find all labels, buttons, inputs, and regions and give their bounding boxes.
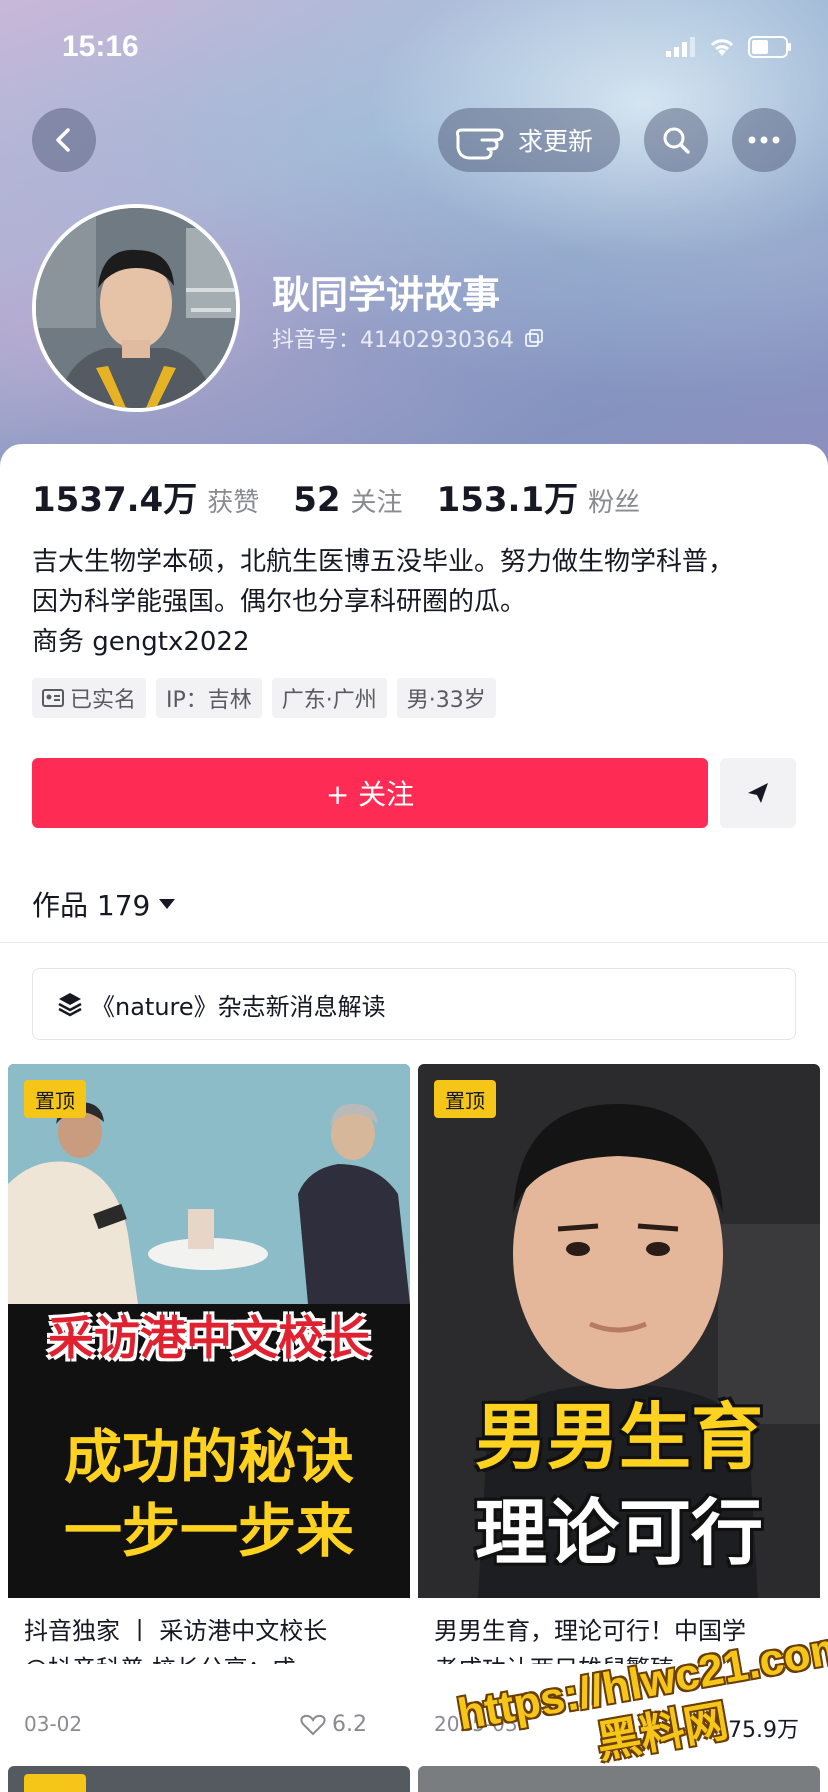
- video-title-line: @抖音科普 校长分享：成…: [24, 1650, 396, 1664]
- video-likes-count: 6.2: [332, 1712, 367, 1737]
- bio-line: 吉大生物学本硕，北航生医博五没毕业。努力做生物学科普，: [32, 547, 735, 577]
- gender-age-tag: 男·33岁: [396, 678, 496, 718]
- douyin-id-text: 抖音号：41402930364: [272, 328, 514, 353]
- video-thumbnail: 男男生育 理论可行 置顶: [418, 1064, 820, 1598]
- following-count[interactable]: 52: [293, 480, 340, 520]
- search-icon: [663, 127, 690, 154]
- verified-label: 已实名: [70, 688, 137, 713]
- status-time: 15:16: [62, 30, 139, 63]
- pinned-badge: 置顶: [434, 1080, 496, 1118]
- video-title: 抖音独家 丨 采访港中文校长 @抖音科普 校长分享：成…: [24, 1612, 396, 1664]
- status-bar: 15:16: [0, 0, 828, 100]
- avatar-portrait: [36, 208, 236, 408]
- copy-icon[interactable]: [524, 328, 544, 348]
- followers-label[interactable]: 粉丝: [588, 482, 640, 519]
- heart-icon: [300, 1714, 326, 1735]
- likes-count: 1537.4万: [32, 480, 198, 520]
- caret-down-icon: [159, 899, 176, 909]
- divider: [0, 942, 828, 943]
- pointing-hand-icon: [456, 128, 504, 160]
- ip-tag: IP：吉林: [156, 678, 262, 718]
- more-dots-icon: [748, 136, 780, 144]
- search-button[interactable]: [644, 108, 708, 172]
- video-thumbnail: 采访港中文校长 成功的秘诀 一步一步来 置顶: [8, 1064, 410, 1598]
- bio: 吉大生物学本硕，北航生医博五没毕业。努力做生物学科普， 因为科学能强国。偶尔也分…: [32, 542, 802, 662]
- more-options-button[interactable]: [732, 108, 796, 172]
- works-tab[interactable]: 作品 179: [32, 884, 176, 924]
- battery-icon: [748, 36, 791, 58]
- stats-row: 1537.4万 获赞 52 关注 153.1万 粉丝: [32, 472, 674, 521]
- video-card-peek[interactable]: [8, 1766, 410, 1792]
- thumbnail-subline: 成功的秘诀: [63, 1423, 354, 1491]
- video-date: 03-02: [24, 1712, 83, 1736]
- chevron-left-icon: [56, 128, 70, 152]
- avatar[interactable]: [32, 204, 240, 412]
- video-title-line: 抖音独家 丨 采访港中文校长: [24, 1617, 328, 1645]
- back-button[interactable]: [32, 108, 96, 172]
- profile-name: 耿同学讲故事: [272, 273, 501, 317]
- followers-count[interactable]: 153.1万: [437, 472, 579, 521]
- works-tab-label: 作品 179: [32, 889, 151, 922]
- bio-line: 商务 gengtx2022: [32, 627, 250, 657]
- pinned-badge: 置顶: [24, 1080, 86, 1118]
- wifi-icon: [710, 39, 734, 56]
- thumbnail-headline: 采访港中文校长: [48, 1311, 370, 1365]
- profile-tags: 已实名 IP：吉林 广东·广州 男·33岁: [32, 678, 496, 718]
- collection-entry[interactable]: 《nature》杂志新消息解读: [32, 968, 796, 1040]
- video-likes: 6.2: [300, 1712, 367, 1737]
- video-card[interactable]: 采访港中文校长 成功的秘诀 一步一步来 置顶 抖音独家 丨 采访港中文校长 @抖…: [8, 1064, 410, 1664]
- request-update-label: 求更新: [518, 127, 594, 156]
- send-icon: [748, 783, 768, 803]
- follow-button[interactable]: + 关注: [32, 758, 708, 828]
- request-update-button[interactable]: 求更新: [438, 108, 620, 172]
- bio-line: 因为科学能强国。偶尔也分享科研圈的瓜。: [32, 587, 527, 617]
- collection-label: 《nature》杂志新消息解读: [91, 992, 386, 1021]
- verified-tag: 已实名: [32, 678, 147, 718]
- thumbnail-subline: 理论可行: [474, 1491, 763, 1575]
- status-icons: [666, 36, 792, 58]
- layers-icon: [58, 993, 82, 1017]
- video-card[interactable]: 男男生育 理论可行 置顶 男男生育，理论可行！中国学 者成功让两只雄鼠繁殖…: [418, 1064, 820, 1664]
- location-tag: 广东·广州: [271, 678, 387, 718]
- thumbnail-subline: 一步一步来: [63, 1497, 354, 1565]
- share-button[interactable]: [720, 758, 796, 828]
- signal-icon: [666, 37, 695, 57]
- id-card-icon: [42, 689, 64, 707]
- thumbnail-headline: 男男生育: [474, 1395, 763, 1479]
- following-label[interactable]: 关注: [351, 482, 403, 519]
- douyin-id: 抖音号：41402930364: [272, 322, 544, 354]
- likes-label: 获赞: [207, 488, 260, 518]
